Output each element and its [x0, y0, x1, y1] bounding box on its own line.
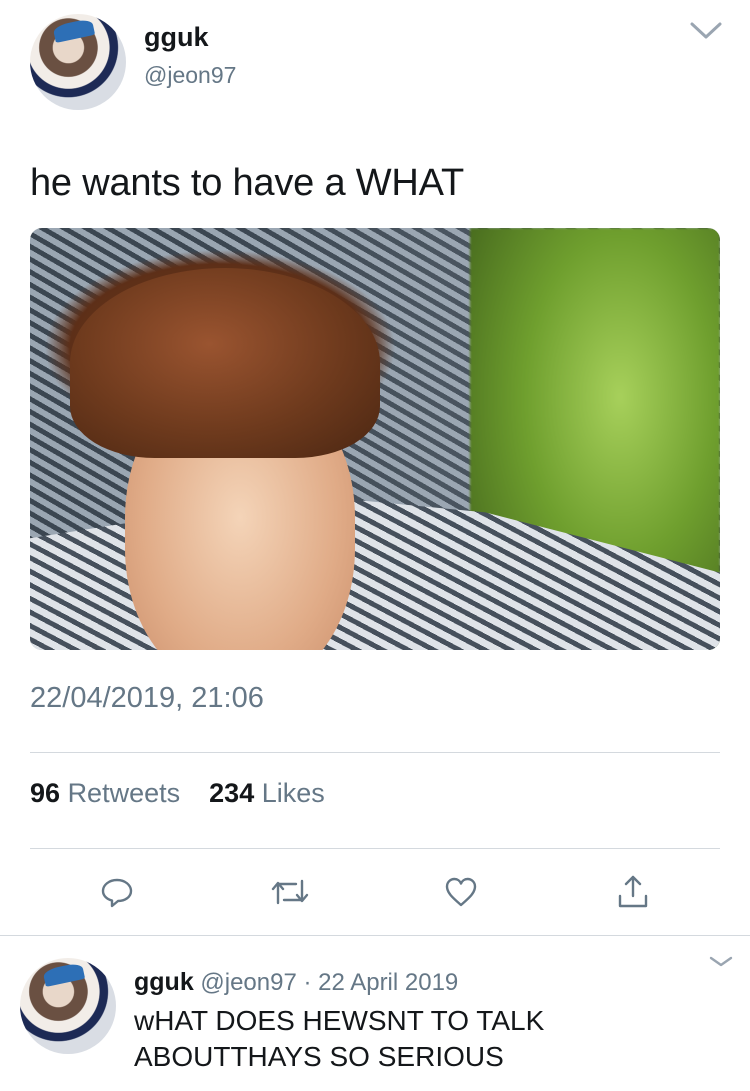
reply-avatar[interactable]: [20, 958, 116, 1054]
retweets-stat[interactable]: 96 Retweets: [30, 778, 188, 808]
tweet-timestamp[interactable]: 22/04/2019, 21:06: [30, 682, 264, 715]
tweet-media-image[interactable]: [30, 228, 720, 650]
separator-dot: ·: [303, 969, 312, 996]
likes-label: Likes: [261, 778, 325, 808]
retweet-icon: [271, 879, 309, 905]
divider: [30, 752, 720, 753]
image-hair: [70, 268, 380, 458]
chevron-down-icon[interactable]: [706, 952, 736, 972]
share-button[interactable]: [613, 872, 653, 912]
user-handle[interactable]: @jeon97: [144, 62, 236, 89]
tweet-stats: 96 Retweets 234 Likes: [30, 778, 325, 809]
reply-text-line: ABOUTTHAYS SO SERIOUS: [134, 1041, 504, 1072]
share-icon: [618, 875, 648, 908]
tweet-header: gguk @jeon97: [0, 0, 750, 120]
likes-count: 234: [209, 778, 255, 808]
retweets-label: Retweets: [67, 778, 181, 808]
reply-display-name[interactable]: gguk: [134, 968, 194, 996]
reply-header: gguk @jeon97 · 22 April 2019: [134, 968, 458, 997]
like-icon: [445, 877, 477, 907]
reply-date[interactable]: 22 April 2019: [318, 969, 458, 996]
avatar[interactable]: [30, 14, 126, 110]
display-name[interactable]: gguk: [144, 22, 209, 53]
reply-text: wHAT DOES HEWSNT TO TALK ABOUTTHAYS SO S…: [134, 1003, 734, 1075]
like-button[interactable]: [441, 872, 481, 912]
divider: [30, 848, 720, 849]
likes-stat[interactable]: 234 Likes: [209, 778, 325, 808]
reply-icon: [101, 878, 133, 908]
retweets-count: 96: [30, 778, 61, 808]
retweet-button[interactable]: [270, 872, 310, 912]
reply-handle[interactable]: @jeon97: [200, 969, 296, 996]
reply-text-line: wHAT DOES HEWSNT TO TALK: [134, 1005, 545, 1036]
tweet-text: he wants to have a WHAT: [30, 162, 464, 204]
divider: [0, 935, 750, 936]
reply-button[interactable]: [97, 872, 137, 912]
chevron-down-icon[interactable]: [688, 16, 724, 44]
